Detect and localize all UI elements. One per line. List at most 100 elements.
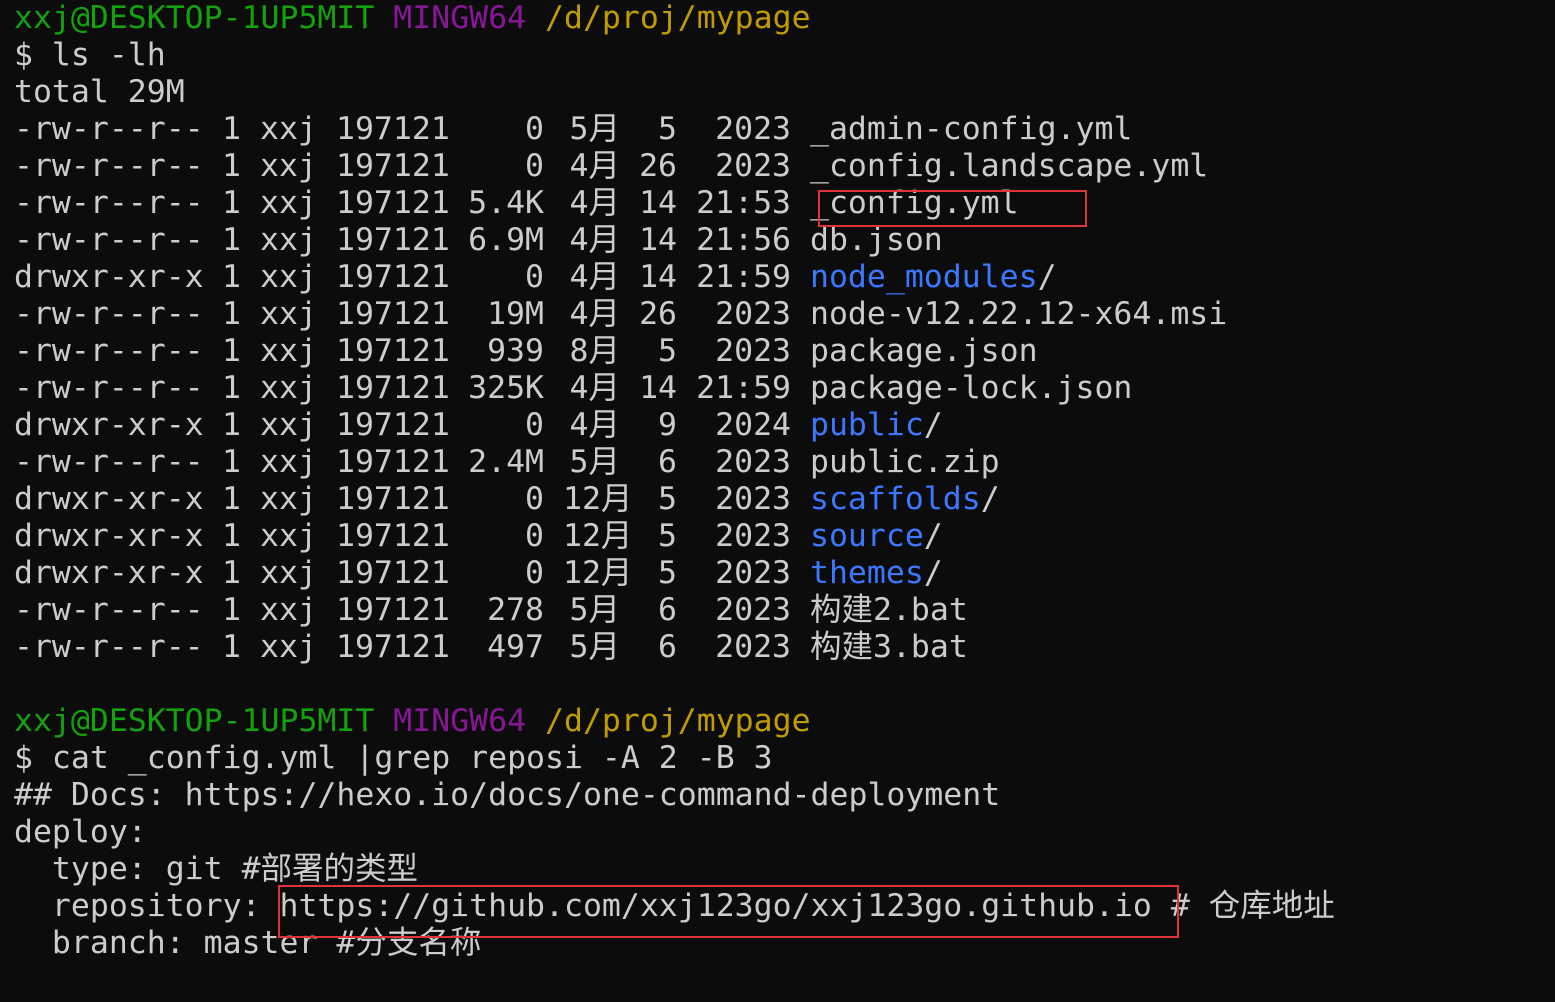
directory-suffix: /	[923, 407, 943, 443]
file-month: 12月	[563, 518, 633, 554]
file-link-count: 1	[222, 185, 241, 221]
file-permissions: -rw-r--r--	[14, 148, 204, 184]
file-link-count: 1	[222, 333, 241, 369]
terminal-output[interactable]: xxj@DESKTOP-1UP5MIT MINGW64 /d/proj/mypa…	[14, 0, 1555, 1002]
file-link-count: 1	[222, 629, 241, 665]
file-link-count: 1	[222, 555, 241, 591]
directory-name: scaffolds	[810, 481, 981, 517]
file-name: db.json	[810, 222, 943, 258]
file-permissions: -rw-r--r--	[14, 444, 204, 480]
file-group: 197121	[336, 111, 450, 147]
repository-url-highlight-box	[278, 885, 1179, 938]
file-row: -rw-r--r-- 1 xxj 197121 0 4月 26 2023 _config.lan…	[14, 148, 1555, 185]
file-day: 5	[658, 111, 677, 147]
file-size: 2.4M	[468, 444, 544, 480]
file-owner: xxj	[260, 148, 317, 184]
file-owner: xxj	[260, 481, 317, 517]
file-time: 21:59	[696, 370, 791, 406]
file-permissions: -rw-r--r--	[14, 296, 204, 332]
file-day: 14	[639, 185, 677, 221]
file-time: 2023	[715, 592, 791, 628]
file-owner: xxj	[260, 407, 317, 443]
directory-suffix: /	[980, 481, 1000, 517]
file-group: 197121	[336, 444, 450, 480]
file-row: -rw-r--r-- 1 xxj 197121 497 5月 6 2023 构建3.bat	[14, 629, 1555, 666]
file-row: -rw-r--r-- 1 xxj 197121 939 8月 5 2023 package.js…	[14, 333, 1555, 370]
file-size: 0	[525, 111, 544, 147]
file-permissions: -rw-r--r--	[14, 629, 204, 665]
file-row: -rw-r--r-- 1 xxj 197121 19M 4月 26 2023 node-v12.…	[14, 296, 1555, 333]
directory-suffix: /	[1037, 259, 1057, 295]
directory-name: public	[810, 407, 924, 443]
file-owner: xxj	[260, 185, 317, 221]
file-size: 939	[487, 333, 544, 369]
file-day: 5	[658, 555, 677, 591]
file-month: 4月	[569, 148, 620, 184]
file-owner: xxj	[260, 444, 317, 480]
prompt-shell: MINGW64	[393, 0, 527, 36]
file-name: _admin-config.yml	[810, 111, 1133, 147]
file-name: package-lock.json	[810, 370, 1133, 406]
file-permissions: -rw-r--r--	[14, 222, 204, 258]
file-permissions: drwxr-xr-x	[14, 407, 204, 443]
file-month: 12月	[563, 555, 633, 591]
file-group: 197121	[336, 185, 450, 221]
file-group: 197121	[336, 259, 450, 295]
file-row: -rw-r--r-- 1 xxj 197121 325K 4月 14 21:59 package…	[14, 370, 1555, 407]
file-size: 0	[525, 407, 544, 443]
command-line-1: $ ls -lh	[14, 37, 166, 73]
file-name: _config.landscape.yml	[810, 148, 1209, 184]
file-group: 197121	[336, 592, 450, 628]
file-row: drwxr-xr-x 1 xxj 197121 0 4月 9 2024 public/	[14, 407, 1555, 444]
file-group: 197121	[336, 333, 450, 369]
file-time: 21:56	[696, 222, 791, 258]
file-permissions: drwxr-xr-x	[14, 259, 204, 295]
command-line-2: $ cat _config.yml |grep reposi -A 2 -B 3	[14, 740, 773, 776]
file-month: 5月	[569, 111, 620, 147]
file-month: 4月	[569, 222, 620, 258]
file-day: 5	[658, 333, 677, 369]
directory-suffix: /	[923, 555, 943, 591]
file-group: 197121	[336, 407, 450, 443]
file-size: 0	[525, 148, 544, 184]
file-month: 4月	[569, 185, 620, 221]
prompt-user-host: xxj@DESKTOP-1UP5MIT	[14, 703, 375, 739]
file-time: 2023	[715, 629, 791, 665]
file-month: 4月	[569, 370, 620, 406]
file-owner: xxj	[260, 555, 317, 591]
file-row: drwxr-xr-x 1 xxj 197121 0 12月 5 2023 themes/	[14, 555, 1555, 592]
grep-output-line: type: git #部署的类型	[14, 851, 419, 887]
file-link-count: 1	[222, 370, 241, 406]
file-month: 4月	[569, 296, 620, 332]
file-size: 325K	[468, 370, 544, 406]
file-group: 197121	[336, 296, 450, 332]
file-row: -rw-r--r-- 1 xxj 197121 6.9M 4月 14 21:56 db.json	[14, 222, 1555, 259]
file-link-count: 1	[222, 518, 241, 554]
file-time: 21:59	[696, 259, 791, 295]
total-size: total 29M	[14, 74, 185, 110]
file-permissions: drwxr-xr-x	[14, 518, 204, 554]
file-time: 2023	[715, 518, 791, 554]
file-day: 6	[658, 444, 677, 480]
file-link-count: 1	[222, 111, 241, 147]
file-name: 构建2.bat	[810, 592, 968, 628]
file-permissions: -rw-r--r--	[14, 370, 204, 406]
file-month: 5月	[569, 629, 620, 665]
file-size: 0	[525, 481, 544, 517]
file-day: 6	[658, 629, 677, 665]
file-row: drwxr-xr-x 1 xxj 197121 0 12月 5 2023 scaffolds/	[14, 481, 1555, 518]
config-file-highlight-box	[818, 190, 1087, 227]
file-row: -rw-r--r-- 1 xxj 197121 0 5月 5 2023 _admin-confi…	[14, 111, 1555, 148]
file-row: drwxr-xr-x 1 xxj 197121 0 4月 14 21:59 node_modul…	[14, 259, 1555, 296]
file-link-count: 1	[222, 481, 241, 517]
file-group: 197121	[336, 518, 450, 554]
file-size: 0	[525, 555, 544, 591]
file-permissions: -rw-r--r--	[14, 592, 204, 628]
file-time: 2023	[715, 481, 791, 517]
file-link-count: 1	[222, 296, 241, 332]
file-day: 5	[658, 518, 677, 554]
file-month: 5月	[569, 592, 620, 628]
file-link-count: 1	[222, 407, 241, 443]
file-month: 4月	[569, 407, 620, 443]
